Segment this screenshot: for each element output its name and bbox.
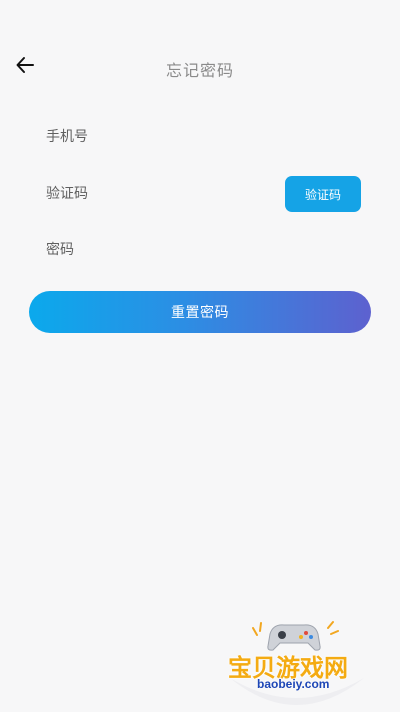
site-watermark: 宝贝游戏网 baobeiy.com: [222, 620, 370, 712]
get-code-button[interactable]: 验证码: [285, 176, 361, 212]
page-title: 忘记密码: [165, 61, 234, 80]
verification-code-input[interactable]: [46, 176, 285, 212]
forgot-password-screen: 忘记密码 验证码 重置密码 宝贝游戏网 baobeiy.com: [0, 0, 400, 712]
phone-input[interactable]: [46, 119, 362, 155]
reset-password-button[interactable]: 重置密码: [29, 291, 371, 333]
password-input[interactable]: [46, 232, 362, 268]
password-row: [46, 230, 362, 270]
gamepad-logo-icon: [230, 621, 364, 705]
watermark-url: baobeiy.com: [257, 677, 330, 691]
watermark-title: 宝贝游戏网: [228, 654, 348, 682]
phone-row: [46, 117, 362, 157]
verification-code-row: 验证码: [46, 174, 362, 214]
